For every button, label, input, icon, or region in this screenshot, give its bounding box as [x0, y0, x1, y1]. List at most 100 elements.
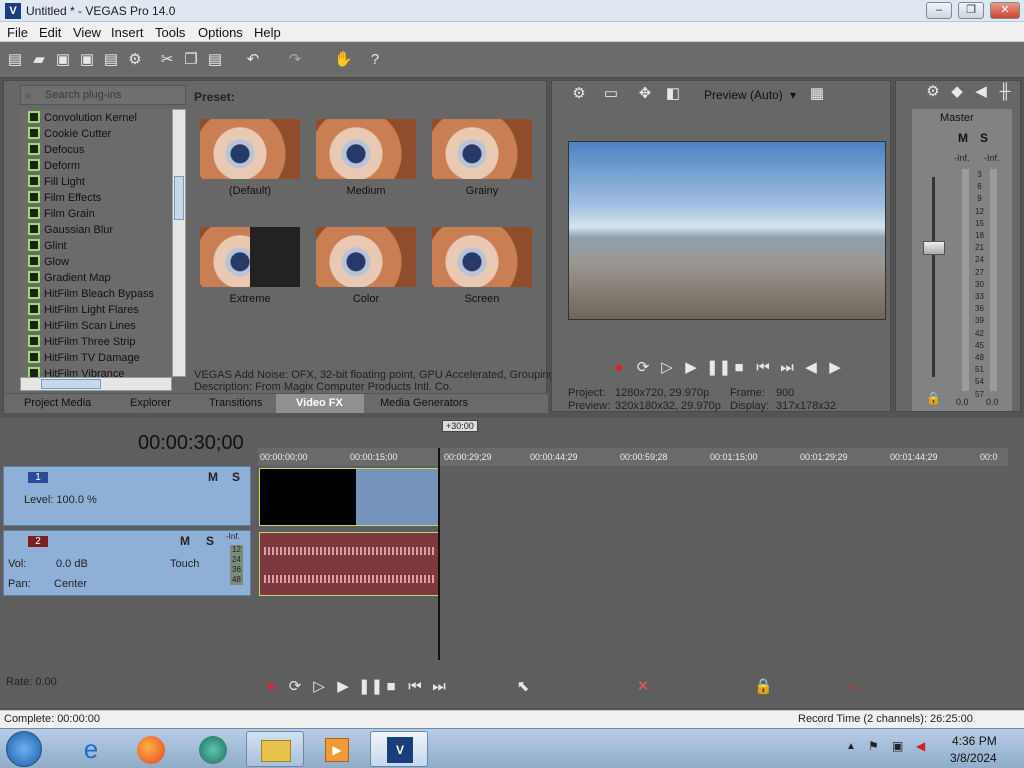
time-ruler[interactable]: 00:00:00;00 00:00:15;00 00:00:29;29 00:0… [258, 448, 1008, 466]
play-icon[interactable]: ▶ [682, 359, 700, 377]
prev-frame-icon[interactable]: ◀ [802, 359, 820, 377]
plugin-item[interactable]: HitFilm Three Strip [28, 335, 135, 351]
external-monitor-icon[interactable]: ▭ [602, 85, 620, 103]
stop-icon[interactable]: ■ [730, 359, 748, 377]
mixer-settings-icon[interactable]: ⚙ [924, 83, 942, 101]
taskbar-media-player[interactable]: ▶ [308, 731, 366, 767]
plugin-item[interactable]: Glint [28, 239, 67, 255]
master-m-button[interactable]: M [958, 131, 968, 145]
copy-icon[interactable]: ❐ [182, 51, 200, 69]
search-input[interactable]: Search plug-ins [45, 89, 121, 101]
save-as-icon[interactable]: ▣ [78, 51, 96, 69]
plugin-item[interactable]: Film Grain [28, 207, 95, 223]
maximize-button[interactable]: ❐ [958, 2, 984, 19]
downmix-icon[interactable]: ◆ [948, 83, 966, 101]
tab-media-generators[interactable]: Media Generators [380, 397, 468, 409]
menu-insert[interactable]: Insert [111, 25, 144, 40]
audio-event[interactable] [259, 532, 439, 596]
go-to-end-icon[interactable]: ⏭ [430, 678, 448, 696]
preview-quality-dropdown[interactable]: Preview (Auto) [704, 88, 783, 102]
preview-settings-icon[interactable]: ⚙ [570, 85, 588, 103]
track-mute-button[interactable]: M [208, 470, 218, 484]
preset-medium[interactable]: Medium [316, 119, 416, 197]
redo-icon[interactable]: ↷ [286, 51, 304, 69]
loop-icon[interactable]: ⟳ [286, 678, 304, 696]
taskbar-internet-explorer[interactable]: e [62, 731, 120, 767]
tab-video-fx[interactable]: Video FX [296, 397, 343, 409]
snap-icon[interactable]: ∩ [844, 678, 862, 696]
audio-track-header[interactable]: 2 M S -Inf. Vol: 0.0 dB Touch Pan: Cente… [3, 530, 251, 596]
track-solo-button[interactable]: S [206, 534, 214, 548]
hand-tool-icon[interactable]: ✋ [334, 51, 353, 69]
scrollbar-thumb[interactable] [41, 379, 101, 389]
lock-icon[interactable]: 🔒 [926, 391, 941, 405]
lock-envelope-icon[interactable]: ╫ [996, 83, 1014, 101]
save-icon[interactable]: ▣ [54, 51, 72, 69]
plugin-item[interactable]: Deform [28, 159, 80, 175]
menu-options[interactable]: Options [198, 25, 243, 40]
go-to-start-icon[interactable]: ⏮ [406, 678, 424, 696]
preset-default[interactable]: (Default) [200, 119, 300, 197]
show-hidden-icons[interactable]: ▲ [846, 741, 856, 752]
speaker-icon[interactable]: ◀ [972, 83, 990, 101]
plugin-item[interactable]: Defocus [28, 143, 84, 159]
plugin-item[interactable]: Film Effects [28, 191, 101, 207]
automation-mode[interactable]: Touch [170, 558, 199, 570]
next-frame-icon[interactable]: ▶ [826, 359, 844, 377]
plugin-item[interactable]: HitFilm Vibrance [28, 367, 125, 377]
menu-edit[interactable]: Edit [39, 25, 61, 40]
record-icon[interactable]: ● [262, 678, 280, 696]
clock-time[interactable]: 4:36 PM [952, 734, 997, 748]
scrollbar-thumb[interactable] [174, 176, 184, 220]
go-to-start-icon[interactable]: ⏮ [754, 359, 772, 377]
start-button[interactable] [6, 731, 42, 767]
clock-date[interactable]: 3/8/2024 [950, 751, 997, 765]
pause-icon[interactable]: ❚❚ [706, 359, 731, 377]
menu-help[interactable]: Help [254, 25, 281, 40]
video-event[interactable] [259, 468, 439, 526]
menu-tools[interactable]: Tools [155, 25, 185, 40]
plugin-item[interactable]: Convolution Kernel [28, 111, 137, 127]
paste-icon[interactable]: ▤ [206, 51, 224, 69]
tree-vertical-scrollbar[interactable] [172, 109, 186, 377]
tab-project-media[interactable]: Project Media [24, 397, 91, 409]
open-folder-icon[interactable]: ▰ [30, 51, 48, 69]
record-icon[interactable]: ● [610, 359, 628, 377]
loop-icon[interactable]: ⟳ [634, 359, 652, 377]
plugin-item[interactable]: HitFilm TV Damage [28, 351, 140, 367]
plugin-item[interactable]: HitFilm Light Flares [28, 303, 139, 319]
play-from-start-icon[interactable]: ▷ [310, 678, 328, 696]
preset-grainy[interactable]: Grainy [432, 119, 532, 197]
play-icon[interactable]: ▶ [334, 678, 352, 696]
overlay-icon[interactable]: ◧ [664, 85, 682, 103]
edit-tool-icon[interactable]: ⬉ [514, 678, 532, 696]
close-button[interactable]: ✕ [990, 2, 1020, 19]
go-to-end-icon[interactable]: ⏭ [778, 359, 796, 377]
taskbar-vegas[interactable]: V [370, 731, 428, 767]
plugin-item[interactable]: Cookie Cutter [28, 127, 111, 143]
video-track-header[interactable]: 1 M S Level: 100.0 % [3, 466, 251, 526]
playhead[interactable] [438, 448, 440, 660]
pause-icon[interactable]: ❚❚ [358, 678, 383, 696]
menu-view[interactable]: View [73, 25, 101, 40]
settings-gear-icon[interactable]: ⚙ [126, 51, 144, 69]
taskbar-file-explorer[interactable] [246, 731, 304, 767]
taskbar-app[interactable] [184, 731, 242, 767]
split-screen-icon[interactable]: ✥ [636, 85, 654, 103]
plugin-item[interactable]: Gaussian Blur [28, 223, 113, 239]
tree-horizontal-scrollbar[interactable] [20, 377, 172, 391]
stop-icon[interactable]: ■ [382, 678, 400, 696]
plugin-item[interactable]: HitFilm Bleach Bypass [28, 287, 154, 303]
action-center-flag-icon[interactable]: ⚑ [868, 739, 879, 753]
play-from-start-icon[interactable]: ▷ [658, 359, 676, 377]
network-icon[interactable]: ▣ [892, 739, 903, 753]
plugin-item[interactable]: Glow [28, 255, 69, 271]
plugin-item[interactable]: Gradient Map [28, 271, 111, 287]
cut-icon[interactable]: ✂ [158, 51, 176, 69]
new-file-icon[interactable]: ▤ [6, 51, 24, 69]
volume-icon[interactable]: ◀ [916, 739, 925, 753]
delete-icon[interactable]: ✕ [634, 678, 652, 696]
undo-icon[interactable]: ↶ [244, 51, 262, 69]
preset-extreme[interactable]: Extreme [200, 227, 300, 305]
master-s-button[interactable]: S [980, 131, 988, 145]
